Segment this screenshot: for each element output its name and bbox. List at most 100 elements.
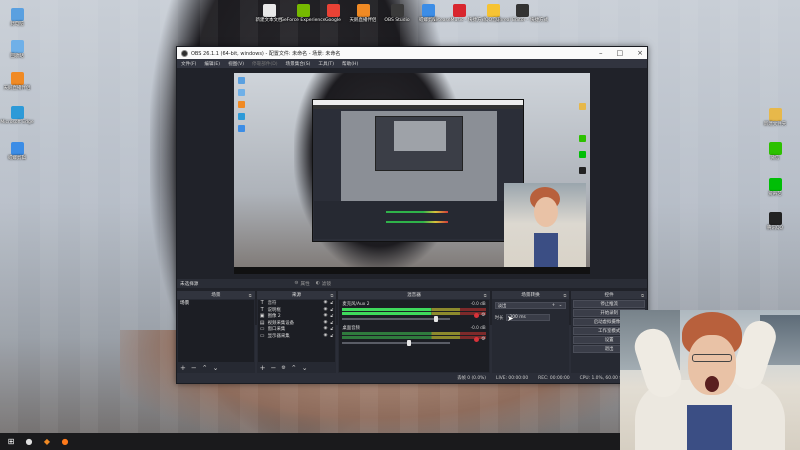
eye-icon[interactable]: ◉ [323, 333, 327, 339]
lock-icon[interactable]: 🔓︎ [330, 313, 333, 319]
gear-icon[interactable]: ⚙ [481, 336, 485, 342]
program-preview[interactable] [234, 73, 590, 274]
firefox-icon[interactable]: ● [58, 435, 72, 449]
webcam-overlay [620, 310, 800, 450]
move-up-icon[interactable]: ⌃ [291, 364, 297, 372]
add-source-icon[interactable]: + [260, 364, 266, 372]
qq-music-icon [486, 4, 500, 17]
eye-icon[interactable]: ◉ [323, 307, 327, 313]
eye-icon[interactable]: ◉ [323, 326, 327, 332]
preview-desktop-icon [579, 167, 586, 174]
move-down-icon[interactable]: ⌄ [213, 364, 219, 372]
obs-icon [390, 4, 404, 17]
channel-name: 麦克风/Aux 2 [342, 302, 370, 307]
desktop-shortcut[interactable]: 腾讯QQ [758, 212, 792, 231]
volume-slider[interactable] [342, 316, 450, 322]
preview-webcam [504, 183, 586, 273]
scenes-dock: 场景 ⧉ 场景 + − ⌃ ⌄ [177, 291, 255, 373]
lock-icon[interactable]: 🔓︎ [330, 333, 333, 339]
desktop-shortcut[interactable]: 天鹅直播伴侣 [346, 4, 380, 23]
obs-titlebar[interactable]: OBS 26.1.1 (64-bit, windows) - 配置文件: 未命名… [177, 47, 647, 59]
menu-view[interactable]: 视图(V) [228, 61, 244, 67]
menu-docks[interactable]: 停靠部件(D) [252, 61, 278, 67]
menu-edit[interactable]: 编辑(E) [204, 61, 220, 67]
minimize-icon[interactable]: – [599, 49, 603, 57]
swan-live-icon [10, 72, 24, 85]
desktop-shortcut[interactable]: 爱奇艺 [758, 178, 792, 197]
move-down-icon[interactable]: ⌄ [302, 364, 308, 372]
desktop-shortcut[interactable]: Microsoft Edge [0, 106, 34, 125]
undock-icon[interactable]: ⧉ [563, 293, 566, 298]
desktop-shortcut[interactable]: 新建文件夹 [758, 108, 792, 127]
mantis-edit-icon [10, 142, 24, 155]
preview-desktop-icon [238, 89, 245, 96]
window-source-icon: ▭ [259, 326, 265, 333]
gear-icon[interactable]: ⚙ [481, 312, 485, 318]
mantis-edit-icon [421, 4, 435, 17]
close-icon[interactable]: × [637, 49, 643, 57]
desktop-shortcut[interactable]: Google [316, 4, 350, 23]
desktop-shortcut[interactable]: GeForce Experience [281, 4, 325, 23]
swan-live-icon[interactable]: ◆ [40, 435, 54, 449]
desktop-shortcut[interactable]: OBS Studio [380, 4, 414, 23]
control-button[interactable]: 停止推流 [573, 300, 645, 308]
eye-icon[interactable]: ◉ [323, 300, 327, 306]
desktop-shortcut[interactable]: Unreal Editor - 快捷方式 [496, 4, 548, 23]
menu-file[interactable]: 文件(F) [181, 61, 196, 67]
menu-help[interactable]: 帮助(H) [342, 61, 358, 67]
maximize-icon[interactable]: □ [617, 49, 624, 57]
undock-icon[interactable]: ⧉ [641, 293, 644, 298]
text-source-icon: T [260, 306, 264, 313]
lock-icon[interactable]: 🔓︎ [330, 320, 333, 326]
lock-icon[interactable]: 🔓︎ [330, 326, 333, 332]
scene-item[interactable]: 场景 [178, 300, 254, 306]
source-label: 视频采集设备 [267, 320, 295, 326]
source-item[interactable]: ▭ 显示器采集 ◉ 🔓︎ [258, 333, 336, 340]
rec-timer: REC: 00:00:00 [538, 375, 570, 381]
desktop-shortcut[interactable]: 天鹅直播伴侣 [0, 72, 34, 91]
menu-scene-collection[interactable]: 场景集合(S) [286, 61, 311, 67]
document-icon [262, 4, 276, 17]
transition-select[interactable]: 淡出 + ⌄ [494, 302, 567, 309]
obs-icon[interactable]: ● [22, 435, 36, 449]
menu-tools[interactable]: 工具(T) [318, 61, 334, 67]
sources-title: 来源 [291, 293, 302, 298]
desktop-shortcut[interactable]: 螳螂剪辑 [0, 142, 34, 161]
desktop-shortcut-label: Unreal Editor - 快捷方式 [496, 18, 548, 23]
properties-button[interactable]: ⚙ 属性 [294, 281, 309, 287]
eye-icon[interactable]: ◉ [323, 313, 327, 319]
obs-window[interactable]: OBS 26.1.1 (64-bit, windows) - 配置文件: 未命名… [176, 46, 648, 384]
mixer-title: 混音器 [407, 293, 421, 298]
mouse-cursor-icon: ➤ [507, 314, 514, 323]
add-scene-icon[interactable]: + [180, 364, 186, 372]
lock-icon[interactable]: 🔓︎ [330, 300, 333, 306]
lock-icon[interactable]: 🔓︎ [330, 307, 333, 313]
obs-logo-icon [181, 49, 188, 57]
filters-button[interactable]: ◐ 滤镜 [316, 281, 331, 287]
undock-icon[interactable]: ⧉ [330, 293, 333, 298]
volume-meter [342, 308, 486, 311]
add-transition-icon[interactable]: + [552, 303, 556, 308]
mute-icon[interactable] [473, 337, 479, 342]
gear-icon: ⚙ [294, 281, 299, 286]
source-properties-icon[interactable]: ⚙ [281, 365, 285, 371]
swan-live-icon [356, 4, 370, 17]
desktop-shortcut[interactable]: NeteaseMusic - 快捷方式 [432, 4, 486, 23]
eye-icon[interactable]: ◉ [323, 320, 327, 326]
mixer-dock: 混音器 ⧉ 麦克风/Aux 2 -0.0 dB ⚙ 桌面音频 -0.0 dB ⚙ [338, 291, 490, 373]
mute-icon[interactable] [473, 313, 479, 318]
desktop-shortcut[interactable]: 回收站 [0, 40, 34, 59]
no-source-selected: 未选择源 [180, 281, 199, 287]
undock-icon[interactable]: ⧉ [484, 293, 487, 298]
channel-db: -0.0 dB [470, 325, 486, 330]
undock-icon[interactable]: ⧉ [249, 293, 252, 298]
volume-slider[interactable] [342, 340, 450, 346]
windows-start-icon[interactable]: ⊞ [4, 435, 18, 449]
preview-desktop-icon [579, 151, 586, 158]
remove-source-icon[interactable]: − [271, 364, 277, 372]
desktop-shortcut[interactable]: 此电脑 [0, 8, 34, 27]
source-toolbar: 未选择源 ⚙ 属性 ◐ 滤镜 [177, 279, 647, 288]
desktop-shortcut[interactable]: 微信 [758, 142, 792, 161]
remove-scene-icon[interactable]: − [191, 364, 197, 372]
move-up-icon[interactable]: ⌃ [202, 364, 208, 372]
